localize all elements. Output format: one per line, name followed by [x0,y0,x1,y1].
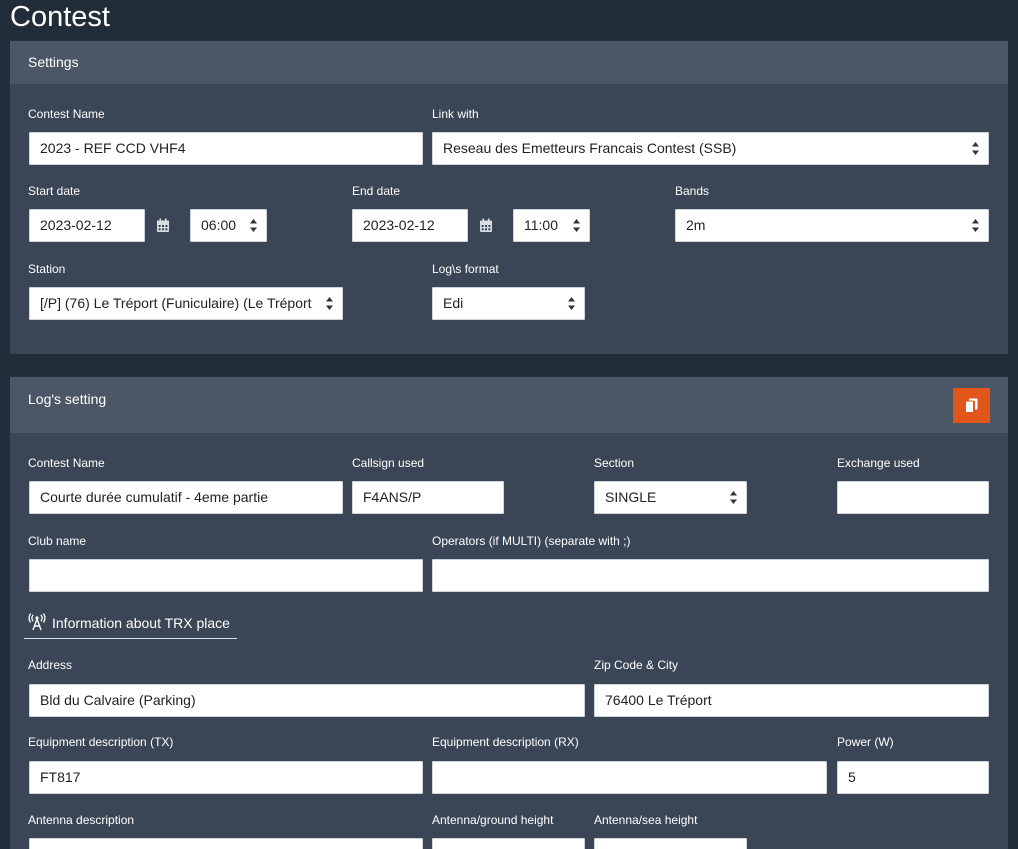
bands-label: Bands [675,184,710,198]
section-select[interactable]: SINGLE [594,481,747,514]
select-arrows-icon [568,297,575,310]
page-title: Contest [10,1,110,33]
rx-equipment-label: Equipment description (RX) [432,735,579,749]
zip-city-input[interactable]: 76400 Le Tréport [594,684,989,717]
log-setting-header: Log's setting [10,377,1008,433]
station-label: Station [28,262,66,276]
ground-height-label: Antenna/ground height [432,813,554,827]
calendar-icon[interactable] [479,218,493,233]
club-name-input[interactable] [29,559,423,592]
address-label: Address [28,658,73,672]
link-with-label: Link with [432,107,479,121]
exchange-label: Exchange used [837,456,920,470]
zip-city-label: Zip Code & City [594,658,679,672]
rx-equipment-input[interactable] [432,761,827,794]
power-input[interactable]: 5 [837,761,989,794]
sea-height-label: Antenna/sea height [594,813,698,827]
log-contest-name-input[interactable]: Courte durée cumulatif - 4eme partie [29,481,343,514]
sea-height-input[interactable] [594,838,747,849]
link-with-value: Reseau des Emetteurs Francais Contest (S… [443,140,737,156]
settings-panel: Settings Contest Name 2023 - REF CCD VHF… [10,41,1008,354]
callsign-input[interactable]: F4ANS/P [352,481,504,514]
log-contest-name-label: Contest Name [28,456,105,470]
log-format-select[interactable]: Edi [432,287,585,320]
contest-name-input[interactable]: 2023 - REF CCD VHF4 [29,132,423,165]
operators-input[interactable] [432,559,989,592]
end-date-label: End date [352,184,401,198]
start-time-value: 06:00 [201,217,237,233]
copy-icon [965,398,978,413]
tx-equipment-input[interactable]: FT817 [29,761,423,794]
start-time-select[interactable]: 06:00 [190,209,267,242]
address-input[interactable]: Bld du Calvaire (Parking) [29,684,585,717]
start-date-input[interactable]: 2023-02-12 [29,209,145,242]
log-setting-title: Log's setting [28,391,107,407]
antenna-input[interactable] [29,838,423,849]
select-arrows-icon [730,491,737,504]
ground-height-input[interactable] [432,838,585,849]
bands-select[interactable]: 2m [675,209,989,242]
settings-title: Settings [28,54,79,70]
section-label: Section [594,456,635,470]
callsign-label: Callsign used [352,456,425,470]
trx-info-heading-text: Information about TRX place [52,615,230,631]
settings-header: Settings [10,41,1008,84]
calendar-icon[interactable] [156,218,170,233]
section-value: SINGLE [605,489,657,505]
start-date-label: Start date [28,184,81,198]
bands-value: 2m [686,217,706,233]
contest-name-label: Contest Name [28,107,105,121]
operators-label: Operators (if MULTI) (separate with ;) [432,534,631,548]
exchange-input[interactable] [837,481,989,514]
log-setting-panel: Log's setting Contest Name Courte durée … [10,377,1008,849]
club-name-label: Club name [28,534,87,548]
end-time-value: 11:00 [524,217,558,233]
trx-info-heading: Information about TRX place [24,603,237,639]
station-select[interactable]: [/P] (76) Le Tréport (Funiculaire) (Le T… [29,287,343,320]
select-arrows-icon [326,297,333,310]
select-arrows-icon [250,219,257,232]
power-label: Power (W) [837,735,894,749]
tx-equipment-label: Equipment description (TX) [28,735,174,749]
log-format-label: Log\s format [432,262,499,276]
link-with-select[interactable]: Reseau des Emetteurs Francais Contest (S… [432,132,989,165]
station-value: [/P] (76) Le Tréport (Funiculaire) (Le T… [40,295,312,311]
end-date-input[interactable]: 2023-02-12 [352,209,468,242]
select-arrows-icon [972,219,979,232]
end-time-select[interactable]: 11:00 [513,209,590,242]
antenna-label: Antenna description [28,813,135,827]
select-arrows-icon [972,142,979,155]
antenna-icon [28,613,46,631]
copy-button[interactable] [953,388,990,423]
select-arrows-icon [573,219,580,232]
log-format-value: Edi [443,295,464,311]
